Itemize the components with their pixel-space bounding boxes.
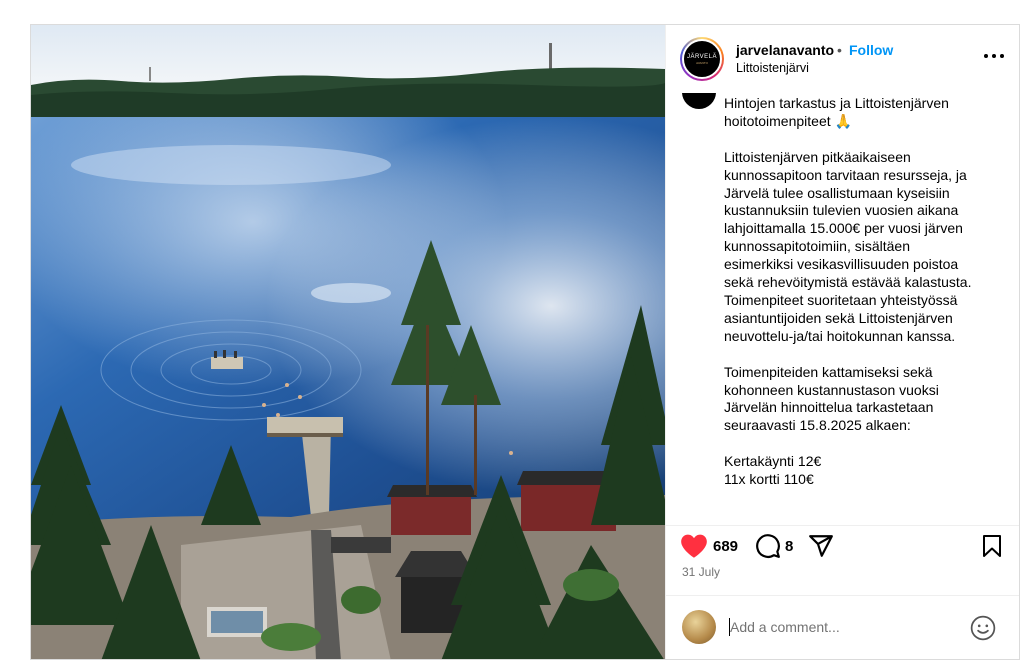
caption-text: Hintojen tarkastus ja Littoistenjärven h… — [724, 95, 972, 488]
profile-avatar[interactable]: JÄRVELÄ AVANTO — [682, 39, 722, 79]
divider — [666, 525, 1019, 526]
lake-photo-illustration — [31, 25, 665, 659]
username-link[interactable]: jarvelanavanto — [736, 42, 834, 58]
instagram-post: JÄRVELÄ AVANTO jarvelanavanto • Follow L… — [30, 24, 1020, 660]
current-user-avatar — [682, 610, 716, 644]
post-date[interactable]: 31 July — [682, 565, 720, 579]
emoji-icon[interactable] — [970, 615, 996, 641]
like-count[interactable]: 689 — [713, 538, 738, 555]
post-side-panel: JÄRVELÄ AVANTO jarvelanavanto • Follow L… — [665, 25, 1019, 659]
add-comment-row — [666, 596, 1019, 659]
follow-button[interactable]: Follow — [849, 42, 893, 58]
action-bar: 689 8 — [666, 527, 1019, 567]
location-link[interactable]: Littoistenjärvi — [736, 61, 809, 75]
bookmark-icon[interactable] — [980, 533, 1004, 559]
separator-dot: • — [837, 42, 842, 58]
avatar-logo-sub: AVANTO — [696, 60, 708, 65]
avatar-logo-word: JÄRVELÄ — [686, 53, 718, 60]
more-options-icon[interactable] — [982, 46, 1006, 66]
comment-count[interactable]: 8 — [785, 538, 793, 555]
caption-area: Hintojen tarkastus ja Littoistenjärven h… — [666, 93, 1019, 525]
heart-icon[interactable] — [680, 533, 708, 559]
share-icon[interactable] — [808, 533, 834, 559]
comment-input[interactable] — [730, 616, 960, 638]
post-header: JÄRVELÄ AVANTO jarvelanavanto • Follow L… — [666, 25, 1019, 93]
post-photo[interactable] — [31, 25, 665, 659]
caption-avatar[interactable] — [682, 93, 716, 109]
comment-icon[interactable] — [755, 533, 781, 559]
profile-avatar-ring[interactable]: JÄRVELÄ AVANTO — [680, 37, 724, 81]
